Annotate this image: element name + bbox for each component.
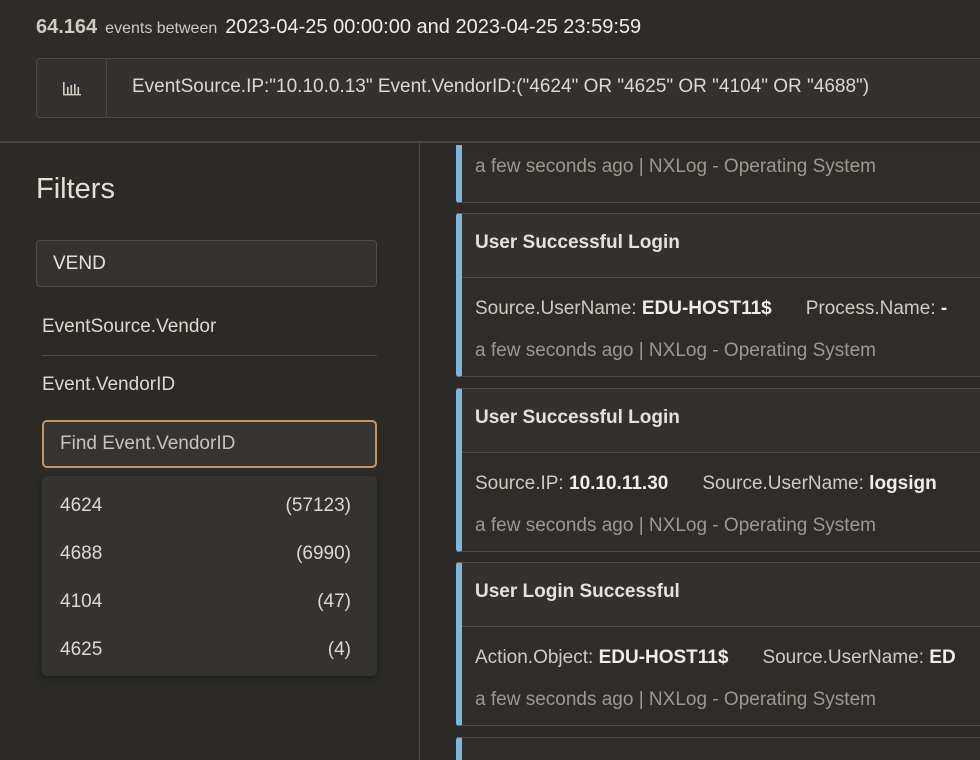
field-key: Source.UserName: [762,647,930,668]
event-title[interactable]: User Login Successful [462,563,980,627]
field-key: Source.UserName: [702,473,870,494]
filter-search-input[interactable] [36,240,377,287]
value-count: (57123) [285,495,352,516]
event-card[interactable]: a few seconds ago | NXLog - Operating Sy… [456,145,980,203]
field-value[interactable]: - [941,298,947,319]
vendorid-values-list: 4624 (57123) 4688 (6990) 4104 (47) 4625 … [42,476,377,676]
field-item-event-vendorid[interactable]: Event.VendorID [42,374,175,396]
bar-chart-icon [62,82,81,96]
find-vendorid-input[interactable] [42,420,377,468]
value-count: (6990) [296,543,351,564]
value-item-4625[interactable]: 4625 (4) [42,626,377,674]
value-item-4688[interactable]: 4688 (6990) [42,530,377,578]
event-meta: a few seconds ago | NXLog - Operating Sy… [475,156,876,177]
query-bar[interactable]: EventSource.IP:"10.10.0.13" Event.Vendor… [36,58,980,118]
field-value[interactable]: EDU-HOST11$ [642,298,772,319]
event-meta: a few seconds ago | NXLog - Operating Sy… [475,340,876,361]
filters-title: Filters [36,173,115,205]
field-divider [42,355,377,356]
value-label: 4624 [60,495,103,516]
event-title[interactable]: User Successful Login [462,389,980,453]
events-list: a few seconds ago | NXLog - Operating Sy… [421,145,980,760]
event-fields: Source.IP: 10.10.11.30 Source.UserName: l… [462,453,980,513]
value-label: 4688 [60,543,103,564]
field-value[interactable]: EDU-HOST11$ [599,647,729,668]
field-key: Source.UserName: [475,298,642,319]
value-label: 4625 [60,639,103,660]
filters-panel: Filters EventSource.Vendor Event.VendorI… [0,143,420,760]
value-item-4104[interactable]: 4104 (47) [42,578,377,626]
results-header: 64.164 events between 2023-04-25 00:00:00 … [0,0,980,143]
value-count: (4) [327,639,351,660]
value-count: (47) [317,591,351,612]
chart-toggle-button[interactable] [37,59,107,117]
event-card[interactable]: User Login Successful Action.Object: EDU… [456,562,980,726]
time-range[interactable]: 2023-04-25 00:00:00 and 2023-04-25 23:59… [225,16,641,38]
field-value[interactable]: ED [929,647,955,668]
value-label: 4104 [60,591,103,612]
event-meta: a few seconds ago | NXLog - Operating Sy… [475,689,876,710]
event-card[interactable] [456,737,980,760]
events-between-label: events between [105,20,218,37]
field-item-eventsource-vendor[interactable]: EventSource.Vendor [42,316,216,338]
event-card[interactable]: User Successful Login Source.IP: 10.10.1… [456,388,980,552]
event-card[interactable]: User Successful Login Source.UserName: E… [456,213,980,377]
query-text[interactable]: EventSource.IP:"10.10.0.13" Event.Vendor… [132,76,869,98]
field-key: Source.IP: [475,473,569,494]
event-count: 64.164 [36,16,98,38]
event-count-line: 64.164 events between 2023-04-25 00:00:00 … [36,16,641,39]
field-value[interactable]: 10.10.11.30 [569,473,668,494]
event-meta: a few seconds ago | NXLog - Operating Sy… [475,515,876,536]
event-fields: Source.UserName: EDU-HOST11$ Process.Name… [462,278,980,338]
field-key: Action.Object: [475,647,599,668]
event-title[interactable]: User Successful Login [462,214,980,278]
field-value[interactable]: logsign [869,473,937,494]
field-key: Process.Name: [805,298,941,319]
value-item-4624[interactable]: 4624 (57123) [42,482,377,530]
event-fields: Action.Object: EDU-HOST11$ Source.UserNam… [462,627,980,687]
